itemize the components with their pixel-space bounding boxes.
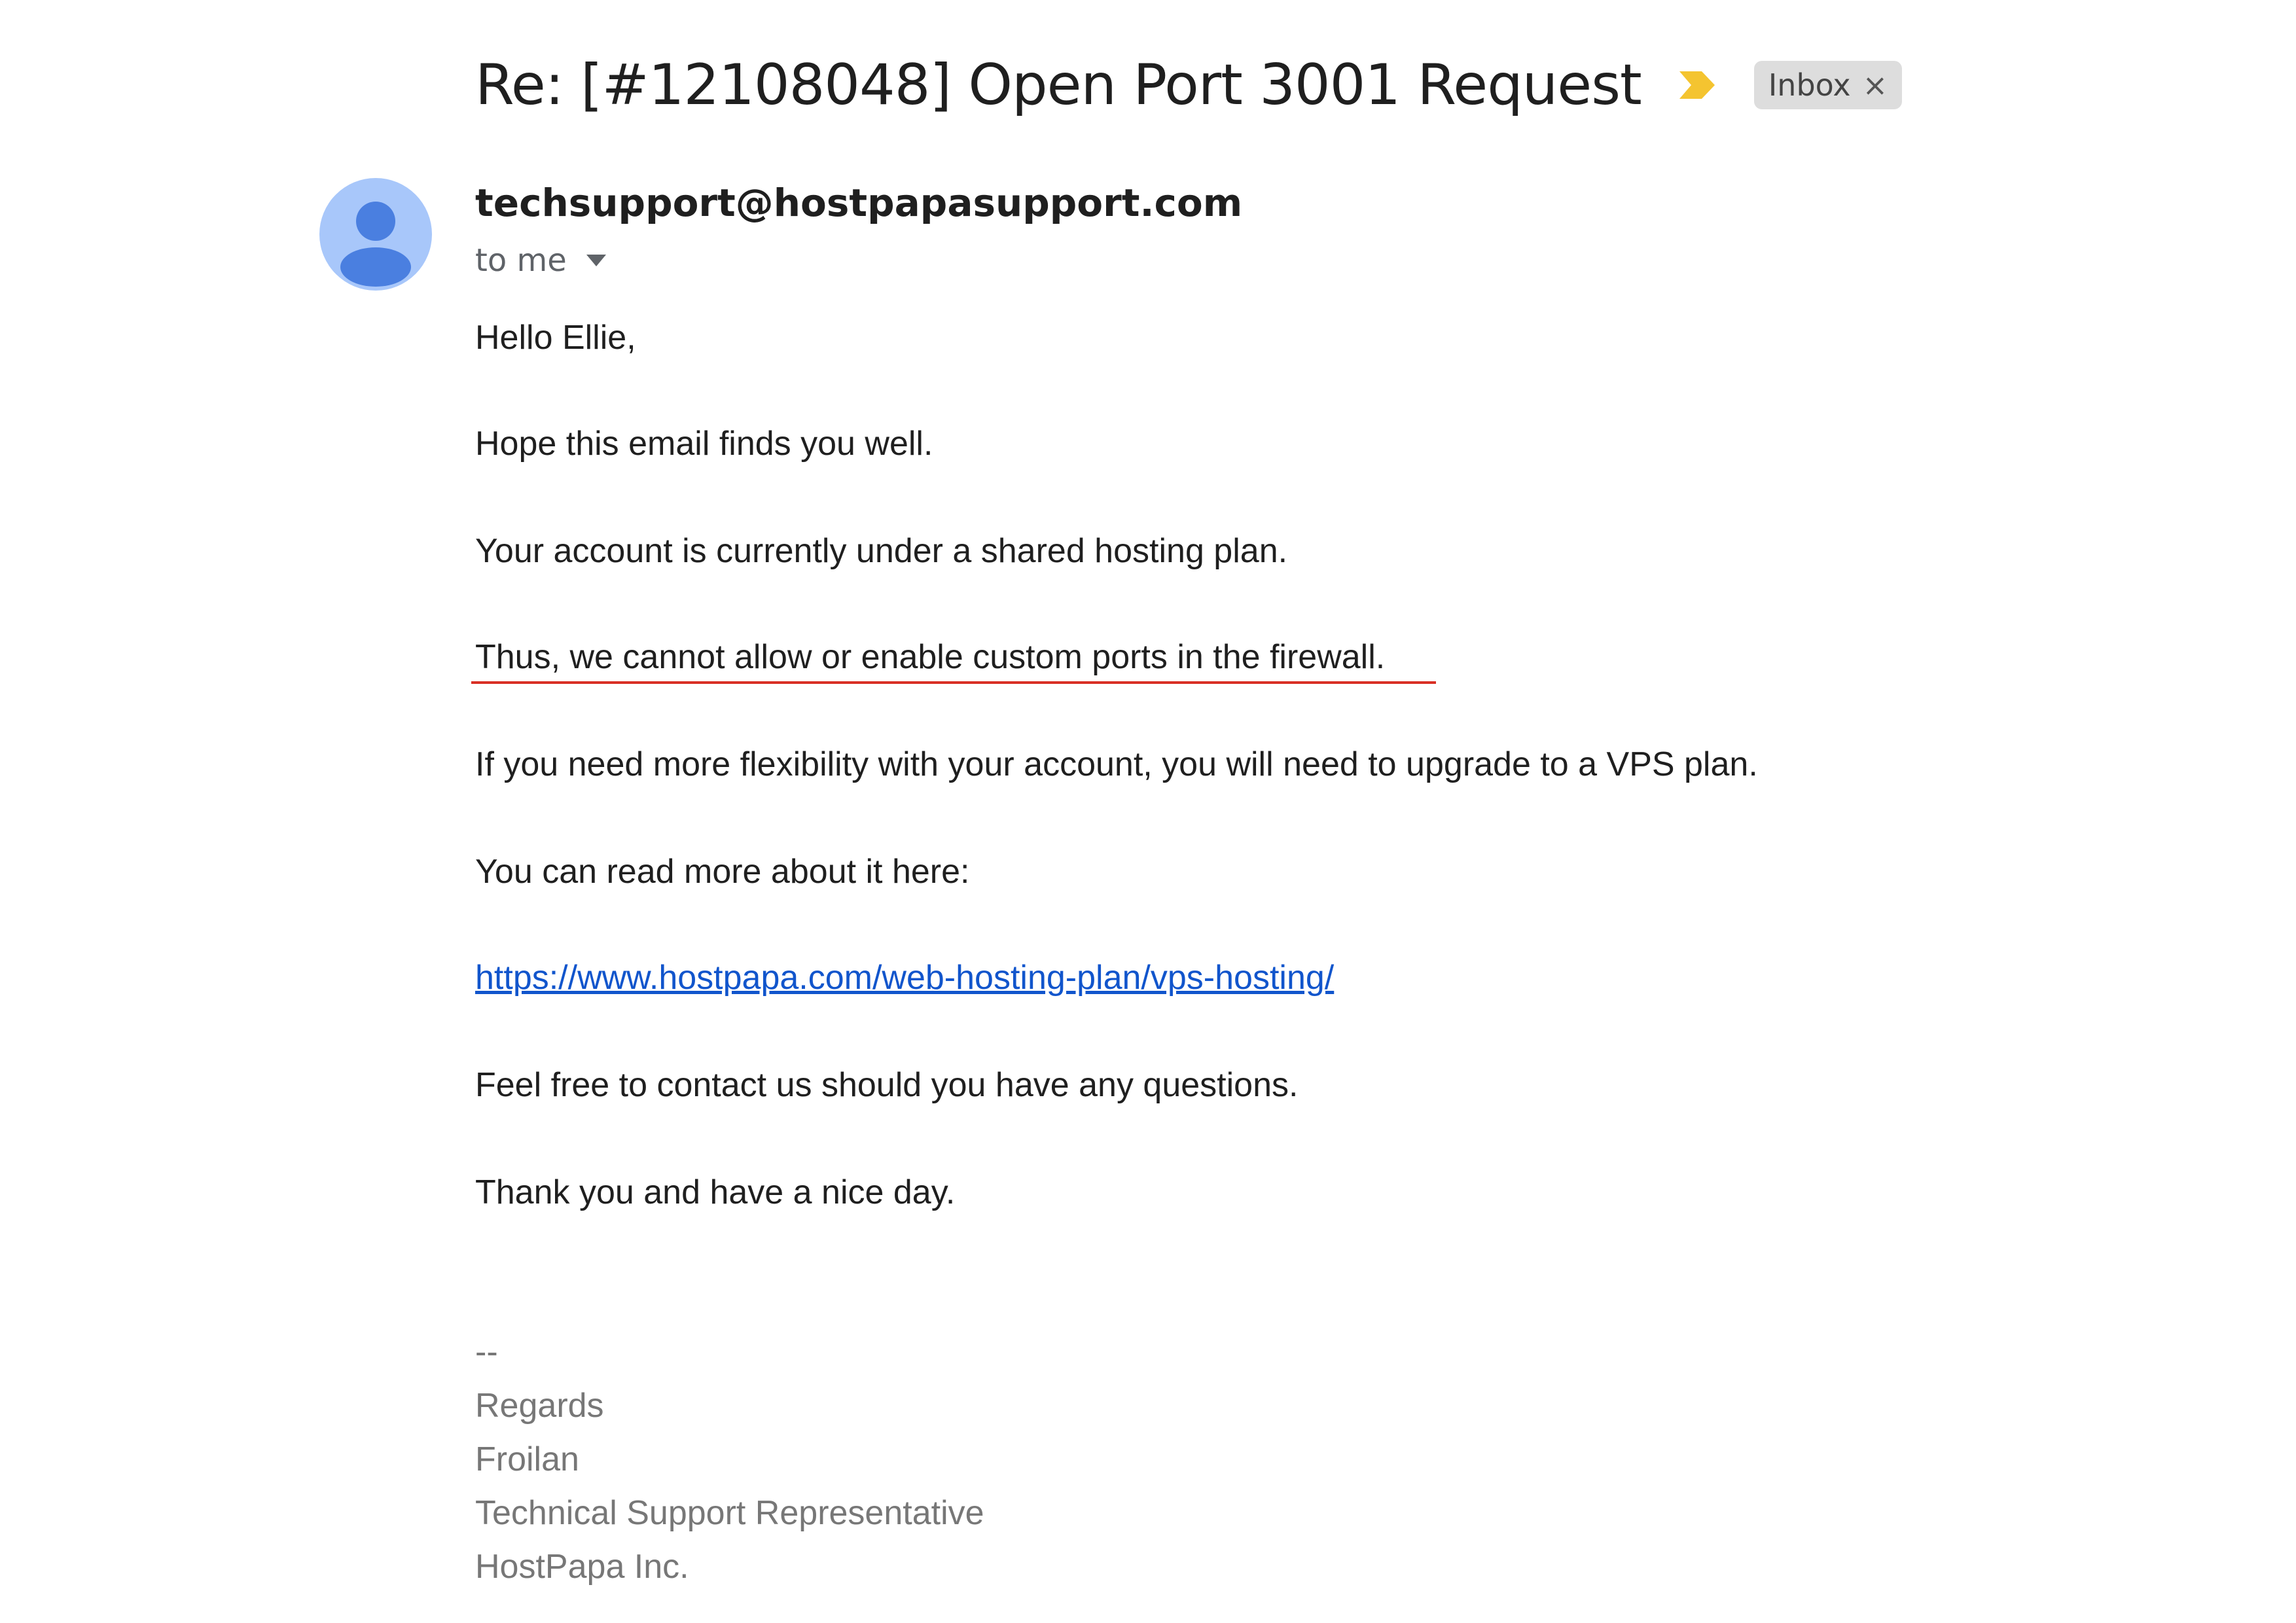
signature-regards: Regards [475, 1387, 604, 1425]
signature-name: Froilan [475, 1440, 579, 1478]
body-line-4: If you need more flexibility with your a… [475, 745, 1758, 783]
recipient-details-toggle[interactable]: to me [475, 242, 606, 279]
body-greeting: Hello Ellie, [475, 319, 636, 357]
recipient-text: to me [475, 242, 567, 279]
inbox-label-chip: Inbox × [1753, 61, 1903, 109]
inbox-label-text: Inbox [1768, 67, 1851, 103]
body-line-7: Thank you and have a nice day. [475, 1173, 956, 1211]
signature-company: HostPapa Inc. [475, 1548, 689, 1586]
chevron-down-icon [586, 255, 606, 266]
remove-label-icon[interactable]: × [1863, 70, 1888, 100]
body-line-1: Hope this email finds you well. [475, 425, 933, 463]
body-line-3: Thus, we cannot allow or enable custom p… [475, 638, 1386, 676]
signature-title: Technical Support Representative [475, 1494, 984, 1532]
body-line-2: Your account is currently under a shared… [475, 532, 1288, 570]
email-subject: Re: [#12108048] Open Port 3001 Request [475, 52, 1642, 118]
signature-separator: -- [475, 1333, 498, 1371]
importance-marker-icon[interactable] [1678, 70, 1716, 100]
person-icon [340, 202, 411, 287]
body-line-5: You can read more about it here: [475, 853, 970, 891]
annotation-underline [471, 681, 1436, 684]
sender-avatar [319, 178, 432, 291]
sender-address: techsupport@hostpapasupport.com [475, 181, 1243, 225]
subject-row: Re: [#12108048] Open Port 3001 Request I… [475, 46, 1903, 124]
body-link-row: https://www.hostpapa.com/web-hosting-pla… [475, 957, 1334, 999]
vps-hosting-link[interactable]: https://www.hostpapa.com/web-hosting-pla… [475, 959, 1334, 997]
body-line-6: Feel free to contact us should you have … [475, 1066, 1299, 1104]
